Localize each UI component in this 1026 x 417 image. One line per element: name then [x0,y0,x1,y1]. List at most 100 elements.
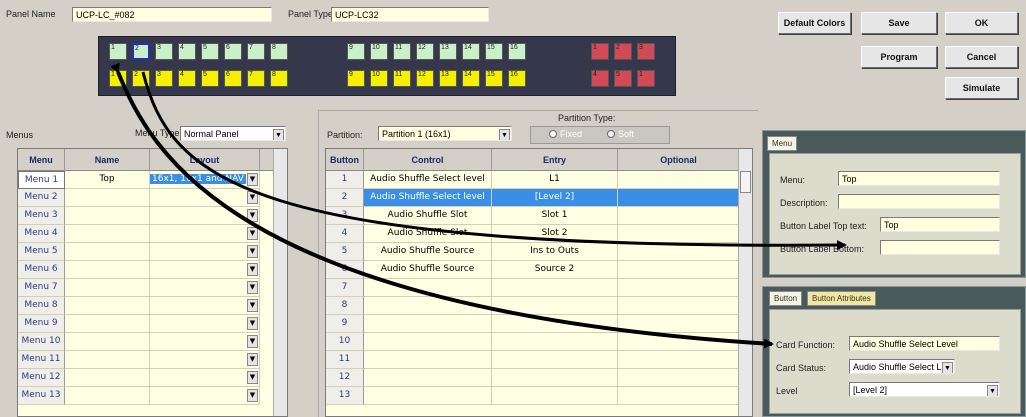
table-row[interactable]: Menu 13 ▼ [18,387,274,405]
panel-key-top-3[interactable]: 3 [155,43,173,60]
button-cell[interactable]: 1 [326,171,364,189]
panel-key-bottom-8[interactable]: 8 [270,70,288,87]
layout-cell[interactable]: ▼ [150,207,260,225]
column-header-name[interactable]: Name [65,149,150,171]
entry-cell[interactable]: L1 [492,171,618,189]
button-cell[interactable]: 3 [326,207,364,225]
menu-cell[interactable]: Menu 4 [18,225,65,243]
top-text-field[interactable]: Top [880,217,1000,232]
optional-cell[interactable] [618,387,740,405]
button-cell[interactable]: 5 [326,243,364,261]
control-cell[interactable]: Audio Shuffle Source [364,243,492,261]
chevron-down-icon[interactable]: ▼ [247,353,258,366]
layout-cell[interactable]: ▼ [150,333,260,351]
tab-menu[interactable]: Menu [767,136,798,151]
chevron-down-icon[interactable]: ▼ [247,299,258,312]
default-colors-button[interactable]: Default Colors [778,12,851,34]
name-cell[interactable] [65,315,150,333]
button-cell[interactable]: 2 [326,189,364,207]
optional-cell[interactable] [618,207,740,225]
layout-cell[interactable]: ▼ [150,243,260,261]
name-cell[interactable]: Top [65,171,150,189]
chevron-down-icon[interactable]: ▼ [247,317,258,330]
chevron-down-icon[interactable]: ▼ [499,129,510,140]
chevron-down-icon[interactable]: ▼ [247,335,258,348]
menu-cell[interactable]: Menu 3 [18,207,65,225]
chevron-down-icon[interactable]: ▼ [247,227,258,240]
panel-key-bottom-7[interactable]: 7 [247,70,265,87]
menu-cell[interactable]: Menu 5 [18,243,65,261]
button-cell[interactable]: 7 [326,279,364,297]
panel-key-top-17[interactable]: 1 [591,43,609,60]
panel-key-top-4[interactable]: 4 [178,43,196,60]
column-header-control[interactable]: Control [364,149,492,171]
panel-key-top-8[interactable]: 8 [270,43,288,60]
entry-cell[interactable] [492,315,618,333]
panel-key-top-7[interactable]: 7 [247,43,265,60]
menu-cell[interactable]: Menu 8 [18,297,65,315]
panel-key-bottom-5[interactable]: 5 [201,70,219,87]
entry-cell[interactable]: Slot 1 [492,207,618,225]
control-cell[interactable]: Audio Shuffle Source [364,261,492,279]
button-cell[interactable]: 10 [326,333,364,351]
column-header-button[interactable]: Button [326,149,364,171]
table-row[interactable]: Menu 9 ▼ [18,315,274,333]
button-cell[interactable]: 13 [326,387,364,405]
table-row[interactable]: 9 [326,315,740,333]
cancel-button[interactable]: Cancel [945,46,1018,68]
chevron-down-icon[interactable]: ▼ [273,129,284,140]
layout-cell[interactable]: ▼ [150,315,260,333]
layout-cell[interactable]: ▼ [150,225,260,243]
table-row[interactable]: Menu 1 Top 16x1, 16x1 and NAV ▼ [18,171,274,189]
menu-cell[interactable]: Menu 1 [18,171,65,189]
control-cell[interactable] [364,315,492,333]
panel-key-bottom-19[interactable]: 1 [637,70,655,87]
control-cell[interactable] [364,387,492,405]
layout-cell[interactable]: ▼ [150,387,260,405]
panel-key-top-1[interactable]: 1 [109,43,127,60]
program-button[interactable]: Program [861,46,937,68]
panel-key-bottom-12[interactable]: 12 [416,70,434,87]
panel-key-bottom-17[interactable]: 4 [591,70,609,87]
name-cell[interactable] [65,261,150,279]
chevron-down-icon[interactable]: ▼ [942,362,953,373]
menu-cell[interactable]: Menu 6 [18,261,65,279]
control-cell[interactable]: Audio Shuffle Select level [364,171,492,189]
table-row[interactable]: Menu 3 ▼ [18,207,274,225]
panel-key-bottom-13[interactable]: 13 [439,70,457,87]
entry-cell[interactable]: Source 2 [492,261,618,279]
entry-cell[interactable] [492,279,618,297]
panel-type-field[interactable]: UCP-LC32 [331,7,489,22]
button-cell[interactable]: 11 [326,351,364,369]
name-cell[interactable] [65,351,150,369]
table-row[interactable]: Menu 4 ▼ [18,225,274,243]
partition-select[interactable]: Partition 1 (16x1) ▼ [378,126,512,141]
panel-name-field[interactable]: UCP-LC_#082 [72,7,272,22]
control-cell[interactable] [364,369,492,387]
panel-key-top-14[interactable]: 14 [462,43,480,60]
optional-cell[interactable] [618,315,740,333]
name-cell[interactable] [65,387,150,405]
layout-cell[interactable]: ▼ [150,369,260,387]
optional-cell[interactable] [618,279,740,297]
panel-key-top-13[interactable]: 13 [439,43,457,60]
panel-key-top-19[interactable]: 3 [637,43,655,60]
optional-cell[interactable] [618,261,740,279]
panel-key-top-15[interactable]: 15 [485,43,503,60]
table-row[interactable]: 6 Audio Shuffle Source Source 2 [326,261,740,279]
control-cell[interactable]: Audio Shuffle Slot [364,225,492,243]
panel-key-top-2[interactable]: 2 [132,43,150,60]
chevron-down-icon[interactable]: ▼ [247,281,258,294]
column-header-entry[interactable]: Entry [492,149,618,171]
name-cell[interactable] [65,279,150,297]
button-cell[interactable]: 9 [326,315,364,333]
table-row[interactable]: 8 [326,297,740,315]
scroll-thumb[interactable] [740,171,751,193]
layout-cell[interactable]: 16x1, 16x1 and NAV ▼ [150,171,260,189]
description-field[interactable] [838,194,1000,209]
panel-key-bottom-1[interactable]: 1 [109,70,127,87]
panel-key-bottom-2[interactable]: 2 [132,70,150,87]
button-cell[interactable]: 4 [326,225,364,243]
entry-cell[interactable]: [Level 2] [492,189,618,207]
chevron-down-icon[interactable]: ▼ [247,389,258,402]
